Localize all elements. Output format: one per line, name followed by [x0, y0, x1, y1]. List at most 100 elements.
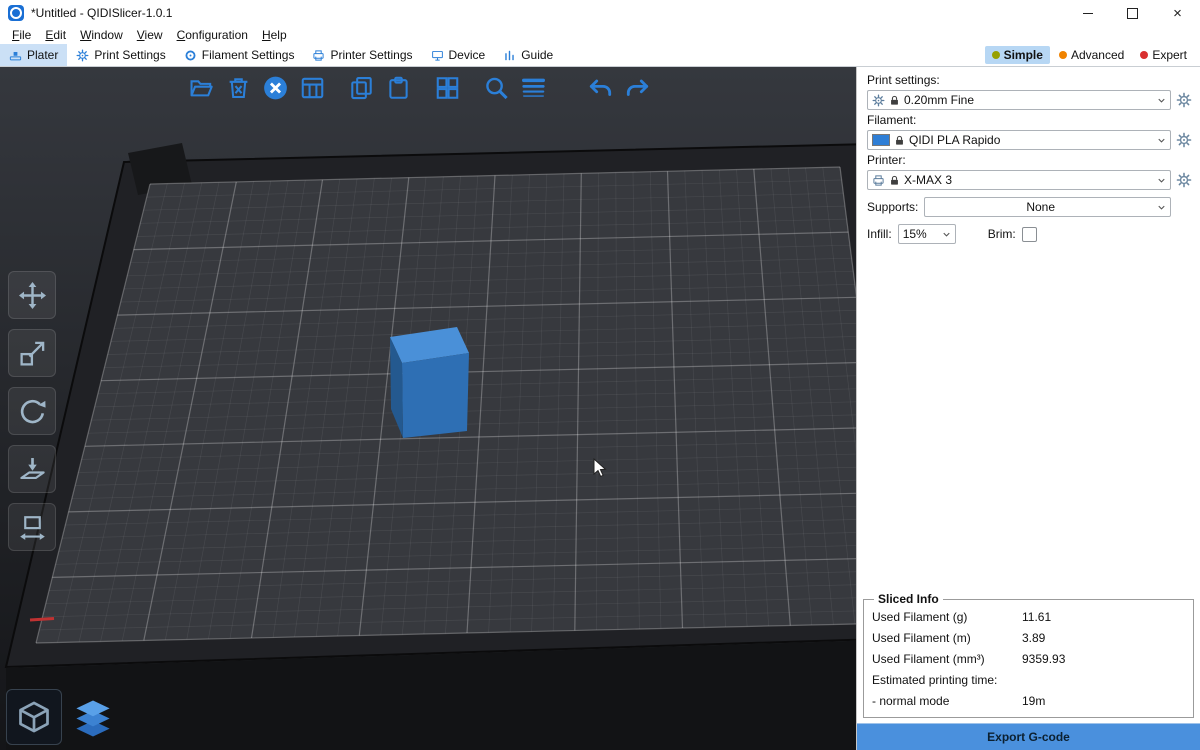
supports-select[interactable]: None [924, 197, 1171, 217]
scale-tool-button[interactable] [8, 329, 56, 377]
mode-advanced[interactable]: Advanced [1052, 46, 1131, 64]
menu-configuration[interactable]: Configuration [170, 27, 255, 43]
print-profile-icon [872, 94, 885, 107]
monitor-icon [431, 49, 444, 62]
filament-value: QIDI PLA Rapido [909, 133, 1152, 147]
layers-icon [520, 75, 546, 101]
copy-icon [348, 75, 374, 101]
print-settings-label: Print settings: [867, 73, 1192, 87]
brim-checkbox[interactable] [1022, 227, 1037, 242]
infill-label: Infill: [867, 227, 892, 241]
open-project-button[interactable] [185, 71, 218, 104]
printer-icon [312, 49, 325, 62]
printer-value: X-MAX 3 [904, 173, 1152, 187]
minimize-button[interactable] [1065, 0, 1110, 26]
sliced-info-row: Used Filament (g) 11.61 [872, 610, 1185, 624]
rotate-tool-button[interactable] [8, 387, 56, 435]
main-content: Print settings: 0.20mm Fine Filament: QI… [0, 67, 1200, 750]
sliced-info-title: Sliced Info [874, 592, 943, 606]
menu-help[interactable]: Help [255, 27, 294, 43]
plater-icon [9, 49, 22, 62]
copy-button[interactable] [345, 71, 378, 104]
filament-gear-button[interactable] [1176, 132, 1192, 148]
menu-edit[interactable]: Edit [38, 27, 73, 43]
move-tool-button[interactable] [8, 271, 56, 319]
redo-button[interactable] [621, 71, 654, 104]
tab-printer-settings[interactable]: Printer Settings [303, 44, 421, 66]
tab-filament-settings[interactable]: Filament Settings [175, 44, 304, 66]
undo-icon [587, 75, 613, 101]
mode-switcher: Simple Advanced Expert [985, 44, 1200, 66]
export-gcode-button[interactable]: Export G-code [857, 723, 1200, 750]
supports-value: None [929, 200, 1152, 214]
measure-icon [18, 513, 47, 542]
split-objects-button[interactable] [431, 71, 464, 104]
gizmo-toolbar [8, 271, 56, 551]
filament-color-swatch [872, 134, 890, 146]
viewport-3d[interactable] [0, 67, 856, 750]
mode-label: Advanced [1071, 48, 1124, 62]
print-settings-gear-button[interactable] [1176, 92, 1192, 108]
tab-bar: Plater Print Settings Filament Settings … [0, 44, 1200, 67]
preview-button[interactable] [66, 691, 120, 745]
close-button[interactable]: × [1155, 0, 1200, 26]
printer-icon [872, 174, 885, 187]
view-3d-button[interactable] [6, 689, 62, 745]
tab-device[interactable]: Device [422, 44, 495, 66]
paste-button[interactable] [382, 71, 415, 104]
delete-button[interactable] [222, 71, 255, 104]
supports-label: Supports: [867, 200, 918, 214]
paste-icon [385, 75, 411, 101]
arrange-button[interactable] [296, 71, 329, 104]
filament-combo[interactable]: QIDI PLA Rapido [867, 130, 1171, 150]
mode-expert[interactable]: Expert [1133, 46, 1194, 64]
gear-icon [76, 49, 89, 62]
maximize-button[interactable] [1110, 0, 1155, 26]
search-button[interactable] [480, 71, 513, 104]
lock-icon [889, 95, 900, 106]
infill-select[interactable]: 15% [898, 224, 956, 244]
mode-simple[interactable]: Simple [985, 46, 1050, 64]
chevron-down-icon [941, 229, 952, 240]
trash-icon [225, 75, 251, 101]
sliced-info-row: Used Filament (m) 3.89 [872, 631, 1185, 645]
menu-window[interactable]: Window [73, 27, 130, 43]
menu-file[interactable]: File [5, 27, 38, 43]
delete-all-icon [262, 75, 288, 101]
printer-label: Printer: [867, 153, 1192, 167]
tab-label: Print Settings [94, 48, 165, 62]
scene-3d[interactable] [0, 67, 856, 750]
measure-tool-button[interactable] [8, 503, 56, 551]
simple-mode-dot [992, 51, 1000, 59]
variable-layer-height-button[interactable] [517, 71, 550, 104]
menu-view[interactable]: View [130, 27, 170, 43]
qidislicer-window: *Untitled - QIDISlicer-1.0.1 × File Edit… [0, 0, 1200, 750]
printer-combo[interactable]: X-MAX 3 [867, 170, 1171, 190]
origin-marker [30, 619, 54, 621]
redo-icon [624, 75, 650, 101]
guide-icon [503, 49, 516, 62]
infill-value: 15% [903, 227, 937, 241]
printer-gear-button[interactable] [1176, 172, 1192, 188]
undo-button[interactable] [584, 71, 617, 104]
sliced-info-row: - normal mode 19m [872, 694, 1185, 708]
tab-label: Device [449, 48, 486, 62]
mode-label: Simple [1004, 48, 1043, 62]
print-settings-combo[interactable]: 0.20mm Fine [867, 90, 1171, 110]
filament-label: Filament: [867, 113, 1192, 127]
tab-plater[interactable]: Plater [0, 44, 67, 66]
scale-icon [18, 339, 47, 368]
filament-icon [184, 49, 197, 62]
model-cube[interactable] [390, 327, 469, 438]
delete-all-button[interactable] [259, 71, 292, 104]
place-on-face-tool-button[interactable] [8, 445, 56, 493]
sliced-info-panel: Sliced Info Used Filament (g) 11.61 Used… [863, 599, 1194, 718]
chevron-down-icon [1156, 95, 1167, 106]
tab-label: Filament Settings [202, 48, 295, 62]
lock-icon [889, 175, 900, 186]
tab-print-settings[interactable]: Print Settings [67, 44, 174, 66]
tab-guide[interactable]: Guide [494, 44, 562, 66]
place-on-face-icon [18, 455, 47, 484]
tab-label: Printer Settings [330, 48, 412, 62]
chevron-down-icon [1156, 202, 1167, 213]
